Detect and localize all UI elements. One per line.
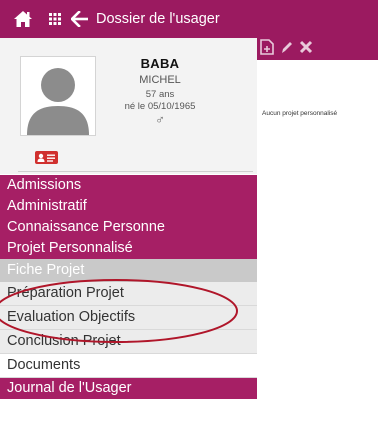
sidebar-menu: Admissions Administratif Connaissance Pe… [0,175,257,399]
toolbar [257,38,378,60]
main-panel: Aucun projet personnalisé [257,38,378,445]
page-title: Dossier de l'usager [96,11,220,27]
empty-message: Aucun projet personnalisé [262,110,338,117]
divider [18,171,253,172]
male-icon: ♂ [155,112,165,127]
submenu-item-preparation-projet[interactable]: Préparation Projet [0,282,257,306]
submenu-item-conclusion-projet[interactable]: Conclusion Projet [0,330,257,354]
menu-item-journal-usager[interactable]: Journal de l'Usager [0,378,257,399]
patient-first-name: MICHEL [139,74,181,86]
menu-item-projet-personnalise[interactable]: Projet Personnalisé [0,238,257,259]
add-document-icon[interactable] [260,39,274,58]
menu-item-administratif[interactable]: Administratif [0,196,257,217]
grid-icon[interactable] [46,0,64,38]
home-icon[interactable] [10,0,36,38]
patient-age: 57 ans [145,89,175,100]
edit-icon[interactable] [280,39,294,58]
id-card-icon[interactable] [35,151,58,164]
submenu-item-fiche-projet[interactable]: Fiche Projet [0,259,257,282]
submenu-item-evaluation-objectifs[interactable]: Evaluation Objectifs [0,306,257,330]
patient-last-name: BABA [140,56,180,71]
menu-item-admissions[interactable]: Admissions [0,175,257,196]
avatar [20,56,96,136]
menu-item-connaissance-personne[interactable]: Connaissance Personne [0,217,257,238]
arrow-left-icon[interactable] [70,0,90,38]
patient-birth-date: né le 05/10/1965 [124,101,196,112]
menu-item-documents[interactable]: Documents [0,354,257,378]
top-bar: Dossier de l'usager [0,0,378,38]
sidebar: BABA MICHEL 57 ans né le 05/10/1965 ♂ Ad… [0,38,257,445]
patient-info: BABA MICHEL 57 ans né le 05/10/1965 ♂ [110,56,210,127]
delete-icon[interactable] [299,39,313,58]
patient-profile: BABA MICHEL 57 ans né le 05/10/1965 ♂ [0,38,257,174]
